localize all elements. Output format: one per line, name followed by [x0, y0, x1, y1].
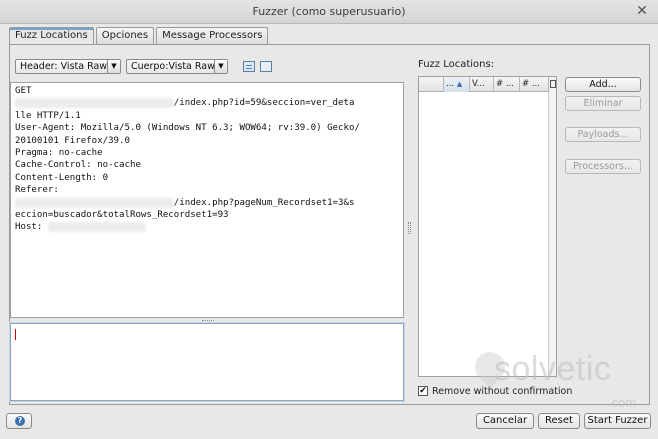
request-line-text: /index.php?pageNum_Recordset1=3&s	[173, 197, 355, 208]
redacted-host: http://blurredhostname.com.ar	[15, 197, 174, 208]
single-view-icon[interactable]	[260, 61, 272, 72]
tab-bar: Fuzz Locations Opciones Message Processo…	[9, 27, 270, 44]
redacted-host: http://blurredhostname.com.ar	[15, 98, 174, 109]
tab-message-processors[interactable]: Message Processors	[156, 27, 269, 44]
request-line: GET	[15, 85, 399, 97]
header-view-select-label: Header: Vista Raw	[20, 61, 108, 72]
request-line: User-Agent: Mozilla/5.0 (Windows NT 6.3;…	[15, 122, 399, 134]
remove-without-confirmation-label: Remove without confirmation	[432, 385, 573, 397]
request-line: Referer:	[15, 184, 399, 196]
dialog-footer: ? Cancelar Reset Start Fuzzer	[0, 406, 658, 439]
chevron-down-icon: ▼	[107, 60, 120, 73]
processors-button[interactable]: Processors...	[565, 159, 641, 174]
tab-fuzz-locations[interactable]: Fuzz Locations	[9, 27, 94, 44]
table-scrollbar[interactable]	[548, 92, 556, 376]
request-line: lle HTTP/1.1	[15, 110, 399, 122]
request-pane: Header: Vista Raw ▼ Cuerpo:Vista Raw ▼ G…	[10, 55, 405, 403]
close-icon[interactable]: ✕	[634, 3, 650, 19]
remove-without-confirmation[interactable]: ✔ Remove without confirmation	[418, 385, 572, 397]
request-line-text: 20100101 Firefox/39.0	[15, 135, 130, 146]
fuzz-locations-table[interactable]: ... ▲ V... # ... # ...	[418, 76, 557, 377]
request-line: Content-Length: 0	[15, 172, 399, 184]
request-line: Cache-Control: no-cache	[15, 159, 399, 171]
title-bar: Fuzzer (como superusuario) ✕	[0, 0, 658, 24]
column-header-sorted[interactable]: ... ▲	[444, 77, 470, 92]
chevron-down-icon: ▼	[214, 60, 227, 73]
header-view-select[interactable]: Header: Vista Raw ▼	[15, 59, 121, 74]
reset-button[interactable]: Reset	[538, 413, 580, 429]
fuzz-locations-pane: Fuzz Locations: ... ▲ V... # ... # ... A…	[413, 55, 649, 403]
request-line-text: /index.php?id=59&seccion=ver_deta	[173, 98, 355, 109]
fuzz-text-area[interactable]	[10, 323, 404, 401]
tab-opciones[interactable]: Opciones	[95, 27, 155, 44]
sort-ascending-icon: ▲	[456, 80, 463, 88]
request-line-text: Pragma: no-cache	[15, 147, 103, 158]
add-button[interactable]: Add...	[565, 77, 641, 92]
column-header[interactable]	[419, 77, 444, 92]
eliminar-button[interactable]: Eliminar	[565, 96, 641, 111]
request-line: Host: blurredhost.com.ar	[15, 221, 399, 233]
body-view-select[interactable]: Cuerpo:Vista Raw ▼	[126, 59, 228, 74]
column-header[interactable]: V...	[470, 77, 494, 92]
request-line-text: Referer:	[15, 185, 59, 196]
request-line: http://blurredhostname.com.ar/index.php?…	[15, 97, 399, 109]
request-line: 20100101 Firefox/39.0	[15, 135, 399, 147]
split-view-icon[interactable]	[243, 61, 255, 72]
request-line: eccion=buscador&totalRows_Recordset1=93	[15, 209, 399, 221]
text-caret	[15, 329, 16, 340]
remove-without-confirmation-checkbox[interactable]: ✔	[418, 386, 428, 396]
cancel-button[interactable]: Cancelar	[476, 413, 534, 429]
vertical-splitter[interactable]	[407, 55, 412, 403]
column-chooser-icon[interactable]	[548, 77, 556, 92]
request-line-text: User-Agent: Mozilla/5.0 (Windows NT 6.3;…	[15, 123, 360, 134]
window-title: Fuzzer (como superusuario)	[252, 5, 406, 18]
request-line-text: eccion=buscador&totalRows_Recordset1=93	[15, 209, 229, 220]
payloads-button[interactable]: Payloads...	[565, 127, 641, 142]
request-line: http://blurredhostname.com.ar/index.php?…	[15, 197, 399, 209]
request-line-text: Content-Length: 0	[15, 172, 109, 183]
request-line-prefix: Host:	[15, 222, 48, 233]
body-view-select-label: Cuerpo:Vista Raw	[131, 61, 215, 72]
redacted-host: blurredhost.com.ar	[47, 222, 147, 233]
help-icon: ?	[15, 416, 25, 426]
table-header: ... ▲ V... # ... # ...	[419, 77, 550, 92]
fuzz-locations-label: Fuzz Locations:	[418, 59, 495, 70]
request-line-text: Cache-Control: no-cache	[15, 160, 141, 171]
column-header[interactable]: # ...	[520, 77, 550, 92]
help-button[interactable]: ?	[6, 413, 32, 429]
start-fuzzer-button[interactable]: Start Fuzzer	[584, 413, 651, 429]
request-line: Pragma: no-cache	[15, 147, 399, 159]
request-editor[interactable]: GEThttp://blurredhostname.com.ar/index.p…	[10, 82, 404, 318]
request-line-text: lle HTTP/1.1	[15, 110, 81, 121]
request-line-text: GET	[15, 86, 32, 96]
column-header[interactable]: # ...	[494, 77, 520, 92]
